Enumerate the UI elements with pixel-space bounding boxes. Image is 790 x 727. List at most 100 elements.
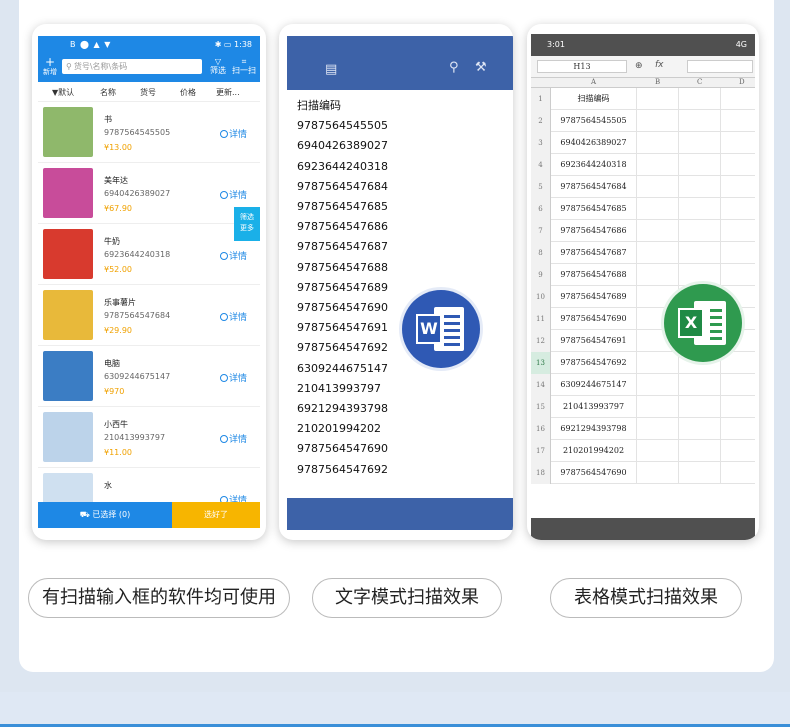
cell-c[interactable] (679, 132, 721, 154)
cell-c[interactable] (679, 396, 721, 418)
row-number[interactable]: 17 (531, 440, 551, 462)
column-header[interactable]: B (655, 78, 660, 86)
detail-link[interactable]: 详情 (220, 493, 247, 502)
product-row[interactable]: 电脑 6309244675147 ¥970 详情 (38, 346, 260, 407)
cell-c[interactable] (679, 154, 721, 176)
product-row[interactable]: 牛奶 6923644240318 ¥52.00 详情 (38, 224, 260, 285)
cell-b[interactable] (637, 418, 679, 440)
selected-cart-button[interactable]: ⛟ 已选择 (0) (38, 502, 172, 528)
row-number[interactable]: 14 (531, 374, 551, 396)
cell-c[interactable] (679, 110, 721, 132)
cell-a[interactable]: 9787564547688 (551, 264, 637, 286)
cell-b[interactable] (637, 242, 679, 264)
column-header[interactable]: C (697, 78, 702, 86)
detail-link[interactable]: 详情 (220, 432, 247, 445)
cell-b[interactable] (637, 88, 679, 110)
row-number[interactable]: 10 (531, 286, 551, 308)
detail-link[interactable]: 详情 (220, 188, 247, 201)
cell-c[interactable] (679, 88, 721, 110)
cell-a[interactable]: 9787564547686 (551, 220, 637, 242)
tab-default[interactable]: ▼默认 (52, 87, 74, 98)
cell-a[interactable]: 9787564547684 (551, 176, 637, 198)
cell-c[interactable] (679, 462, 721, 484)
formula-input[interactable] (687, 60, 753, 73)
row-number[interactable]: 11 (531, 308, 551, 330)
detail-link[interactable]: 详情 (220, 371, 247, 384)
tab-code[interactable]: 货号 (140, 87, 156, 98)
row-number[interactable]: 3 (531, 132, 551, 154)
cell-a[interactable]: 210201994202 (551, 440, 637, 462)
row-number[interactable]: 7 (531, 220, 551, 242)
cell-a[interactable]: 6923644240318 (551, 154, 637, 176)
cell-a[interactable]: 9787564547690 (551, 462, 637, 484)
cell-c[interactable] (679, 418, 721, 440)
detail-link[interactable]: 详情 (220, 310, 247, 323)
cell-a[interactable]: 9787564547691 (551, 330, 637, 352)
cell-a[interactable]: 6309244675147 (551, 374, 637, 396)
row-number[interactable]: 5 (531, 176, 551, 198)
search-icon[interactable]: ⚲ (449, 60, 459, 75)
tab-updated[interactable]: 更新... (216, 87, 240, 98)
cell-a[interactable]: 9787564547689 (551, 286, 637, 308)
cell-b[interactable] (637, 374, 679, 396)
column-header[interactable]: A (591, 78, 596, 86)
cell-a[interactable]: 9787564547685 (551, 198, 637, 220)
scan-button[interactable]: ⌗ 扫一扫 (232, 57, 256, 75)
row-number[interactable]: 1 (531, 88, 551, 110)
product-row[interactable]: 书 9787564545505 ¥13.00 详情 (38, 102, 260, 163)
filter-more-tab[interactable]: 筛选 更多 (234, 207, 260, 241)
cell-b[interactable] (637, 220, 679, 242)
detail-link[interactable]: 详情 (220, 127, 247, 140)
zoom-icon[interactable]: ⊕ (635, 61, 643, 71)
cell-b[interactable] (637, 462, 679, 484)
row-number[interactable]: 18 (531, 462, 551, 484)
cell-b[interactable] (637, 176, 679, 198)
cell-b[interactable] (637, 198, 679, 220)
cell-a[interactable]: 6921294393798 (551, 418, 637, 440)
cell-b[interactable] (637, 352, 679, 374)
detail-link[interactable]: 详情 (220, 249, 247, 262)
cell-c[interactable] (679, 220, 721, 242)
cell-a[interactable]: 210413993797 (551, 396, 637, 418)
cell-b[interactable] (637, 132, 679, 154)
add-button[interactable]: + 新增 (40, 56, 60, 77)
cell-b[interactable] (637, 396, 679, 418)
row-number[interactable]: 15 (531, 396, 551, 418)
cell-c[interactable] (679, 176, 721, 198)
cell-reference[interactable]: H13 (537, 60, 627, 73)
cell-a[interactable]: 扫描编码 (551, 88, 637, 110)
cell-a[interactable]: 6940426389027 (551, 132, 637, 154)
row-number[interactable]: 16 (531, 418, 551, 440)
tab-price[interactable]: 价格 (180, 87, 196, 98)
product-row[interactable]: 小西牛 210413993797 ¥11.00 详情 (38, 407, 260, 468)
row-number[interactable]: 12 (531, 330, 551, 352)
tab-name[interactable]: 名称 (100, 87, 116, 98)
row-number[interactable]: 9 (531, 264, 551, 286)
cell-c[interactable] (679, 242, 721, 264)
cell-a[interactable]: 9787564545505 (551, 110, 637, 132)
cell-c[interactable] (679, 440, 721, 462)
cell-c[interactable] (679, 374, 721, 396)
cell-c[interactable] (679, 264, 721, 286)
cell-b[interactable] (637, 154, 679, 176)
product-row[interactable]: 美年达 6940426389027 ¥67.90 详情 (38, 163, 260, 224)
cell-a[interactable]: 9787564547692 (551, 352, 637, 374)
row-number[interactable]: 13 (531, 352, 551, 374)
wrench-icon[interactable]: ⚒ (475, 60, 487, 75)
cell-c[interactable] (679, 198, 721, 220)
cell-b[interactable] (637, 264, 679, 286)
confirm-button[interactable]: 选好了 (172, 502, 260, 528)
row-number[interactable]: 8 (531, 242, 551, 264)
product-row[interactable]: 乐事薯片 9787564547684 ¥29.90 详情 (38, 285, 260, 346)
column-header[interactable]: D (739, 78, 745, 86)
cell-b[interactable] (637, 440, 679, 462)
filter-button[interactable]: ▽ 筛选 (210, 57, 226, 75)
cell-a[interactable]: 9787564547687 (551, 242, 637, 264)
cell-b[interactable] (637, 110, 679, 132)
search-input[interactable]: ⚲ 货号\名称\条码 (62, 59, 202, 74)
product-row[interactable]: 水详情 (38, 468, 260, 502)
document-icon[interactable]: ▤ (325, 62, 337, 77)
row-number[interactable]: 6 (531, 198, 551, 220)
cell-a[interactable]: 9787564547690 (551, 308, 637, 330)
row-number[interactable]: 2 (531, 110, 551, 132)
